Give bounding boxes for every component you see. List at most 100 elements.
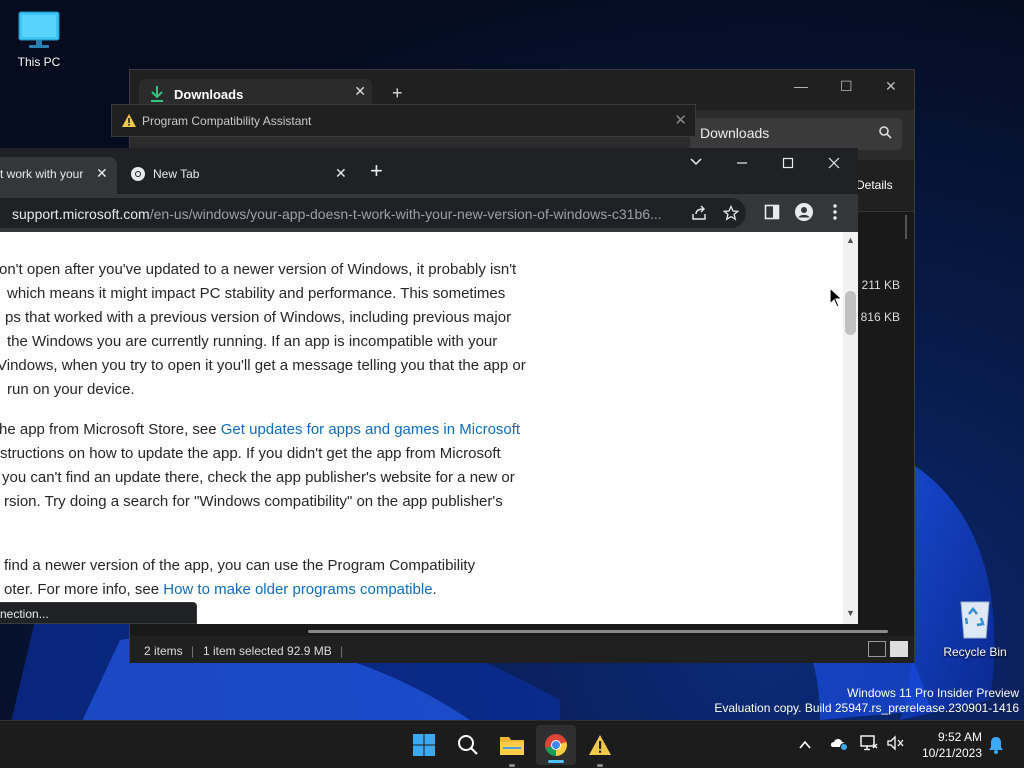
status-bubble-text: nection... [0,607,49,621]
chrome-tab-close-button[interactable]: ✕ [335,165,347,182]
article-line: Vindows, when you try to open it you'll … [0,357,526,374]
close-icon [828,157,840,169]
explorer-tab-label: Downloads [174,87,244,102]
evaluation-watermark: Windows 11 Pro Insider Preview Evaluatio… [714,686,1019,716]
article-line: structions on how to update the app. If … [0,445,501,462]
maximize-icon [782,157,794,169]
warning-icon [589,735,611,755]
recycle-bin-icon [960,601,990,639]
clock-date: 10/21/2023 [921,746,982,760]
side-panel-icon[interactable] [764,204,780,225]
scroll-up-arrow-icon[interactable]: ▲ [846,235,855,245]
running-indicator [509,764,515,767]
chrome-tab-support-article[interactable]: t work with your ✕ [0,157,117,194]
explorer-maximize-button[interactable]: ☐ [840,78,853,95]
watermark-line-2: Evaluation copy. Build 25947.rs_prerelea… [714,701,1019,715]
explorer-tab-close-button[interactable]: ✕ [354,83,366,100]
more-menu-icon[interactable] [832,204,838,225]
warning-icon [121,113,137,133]
clock-time: 9:52 AM [937,730,982,744]
volume-muted-icon[interactable] [886,735,904,756]
desktop-icon-this-pc[interactable]: This PC [0,10,79,69]
search-button[interactable] [448,721,488,768]
status-item-count: 2 items [144,644,183,658]
chrome-address-bar[interactable]: support.microsoft.com/en-us/windows/your… [0,198,746,228]
windows-logo-icon [413,734,435,756]
notification-bell-icon[interactable] [988,736,1004,759]
compatibility-assistant-titlebar: Program Compatibility Assistant ✕ [111,104,696,137]
chrome-tab-title: New Tab [153,167,200,181]
article-text: oter. For more info, see [4,581,164,598]
search-icon [879,126,892,144]
url-path: /en-us/windows/your-app-doesn-t-work-wit… [149,206,662,222]
explorer-close-button[interactable]: ✕ [885,78,897,95]
chrome-logo-icon [130,166,146,187]
folder-icon [500,737,524,755]
taskbar: 9:52 AM 10/21/2023 [0,720,1024,768]
chrome-status-bubble: nection... [0,602,197,624]
article-line: he app from Microsoft Store, see Get upd… [0,418,520,442]
status-separator: | [191,644,195,658]
profile-avatar-icon[interactable] [795,203,813,226]
search-icon [458,735,478,755]
network-monitor-icon[interactable] [860,735,878,756]
explorer-horizontal-scrollbar[interactable] [308,630,888,633]
link-get-updates[interactable]: Get updates for apps and games in Micros… [221,421,520,438]
monitor-icon [18,11,60,48]
chrome-minimize-button[interactable] [736,156,748,173]
explorer-status-bar: 2 items | 1 item selected 92.9 MB | [130,636,914,663]
explorer-search-box[interactable]: Downloads [690,118,902,150]
chrome-logo-icon [545,734,567,756]
article-text: . [432,581,437,598]
details-view-button[interactable] [868,641,886,657]
chrome-close-button[interactable] [828,156,840,173]
chrome-tab-strip: t work with your ✕ New Tab ✕ + [0,148,858,194]
status-selection: 1 item selected 92.9 MB [203,644,332,658]
details-button[interactable]: Details [856,178,893,192]
share-icon[interactable] [691,205,707,226]
chrome-tab-close-button[interactable]: ✕ [96,165,108,182]
article-text: he app from Microsoft Store, see [0,421,221,438]
article-line: run on your device. [7,381,135,398]
compatibility-assistant-close-button[interactable]: ✕ [674,111,687,129]
chrome-tab-search-button[interactable] [690,154,702,171]
compatibility-assistant-taskbar-button[interactable] [580,721,620,768]
show-hidden-icons-chevron-up-icon[interactable] [799,737,811,755]
minimize-icon [737,162,747,164]
scrollbar-thumb[interactable] [845,291,856,335]
explorer-new-tab-button[interactable]: + [392,84,403,102]
address-bar-url: support.microsoft.com/en-us/windows/your… [12,206,662,222]
chrome-tab-title: t work with your [0,167,84,181]
article-line: rsion. Try doing a search for "Windows c… [4,493,503,510]
explorer-minimize-button[interactable]: — [794,78,808,94]
compatibility-assistant-title: Program Compatibility Assistant [142,114,312,128]
tiles-view-button[interactable] [890,641,908,657]
article-line: which means it might impact PC stability… [7,285,506,302]
web-page-content: on't open after you've updated to a newe… [0,232,843,624]
column-divider [905,215,907,239]
recycle-bin-label: Recycle Bin [943,645,1007,659]
chrome-tab-new-tab[interactable]: New Tab ✕ [117,157,353,194]
page-vertical-scrollbar[interactable]: ▲ ▼ [843,232,858,624]
url-domain: support.microsoft.com [12,206,150,222]
article-line: you can't find an update there, check th… [2,469,515,486]
search-box-text: Downloads [700,125,770,141]
chrome-new-tab-button[interactable]: + [370,160,383,182]
chrome-taskbar-button[interactable] [536,725,576,765]
article-line: the Windows you are currently running. I… [7,333,498,350]
chrome-maximize-button[interactable] [782,156,794,173]
this-pc-label: This PC [17,55,61,69]
scroll-down-arrow-icon[interactable]: ▼ [846,608,855,618]
article-line: find a newer version of the app, you can… [4,557,476,574]
article-line: oter. For more info, see How to make old… [4,578,437,602]
article-line: ps that worked with a previous version o… [5,309,512,326]
chrome-window: t work with your ✕ New Tab ✕ + support.m… [0,148,858,624]
desktop-icon-recycle-bin[interactable]: Recycle Bin [935,596,1015,659]
taskbar-clock[interactable]: 9:52 AM 10/21/2023 [910,729,982,761]
start-button[interactable] [404,721,444,768]
onedrive-cloud-icon[interactable] [829,735,849,756]
bookmark-star-icon[interactable] [722,204,740,226]
link-older-programs-compatible[interactable]: How to make older programs compatible [163,581,432,598]
mouse-pointer-icon [829,287,843,308]
file-explorer-taskbar-button[interactable] [492,721,532,768]
